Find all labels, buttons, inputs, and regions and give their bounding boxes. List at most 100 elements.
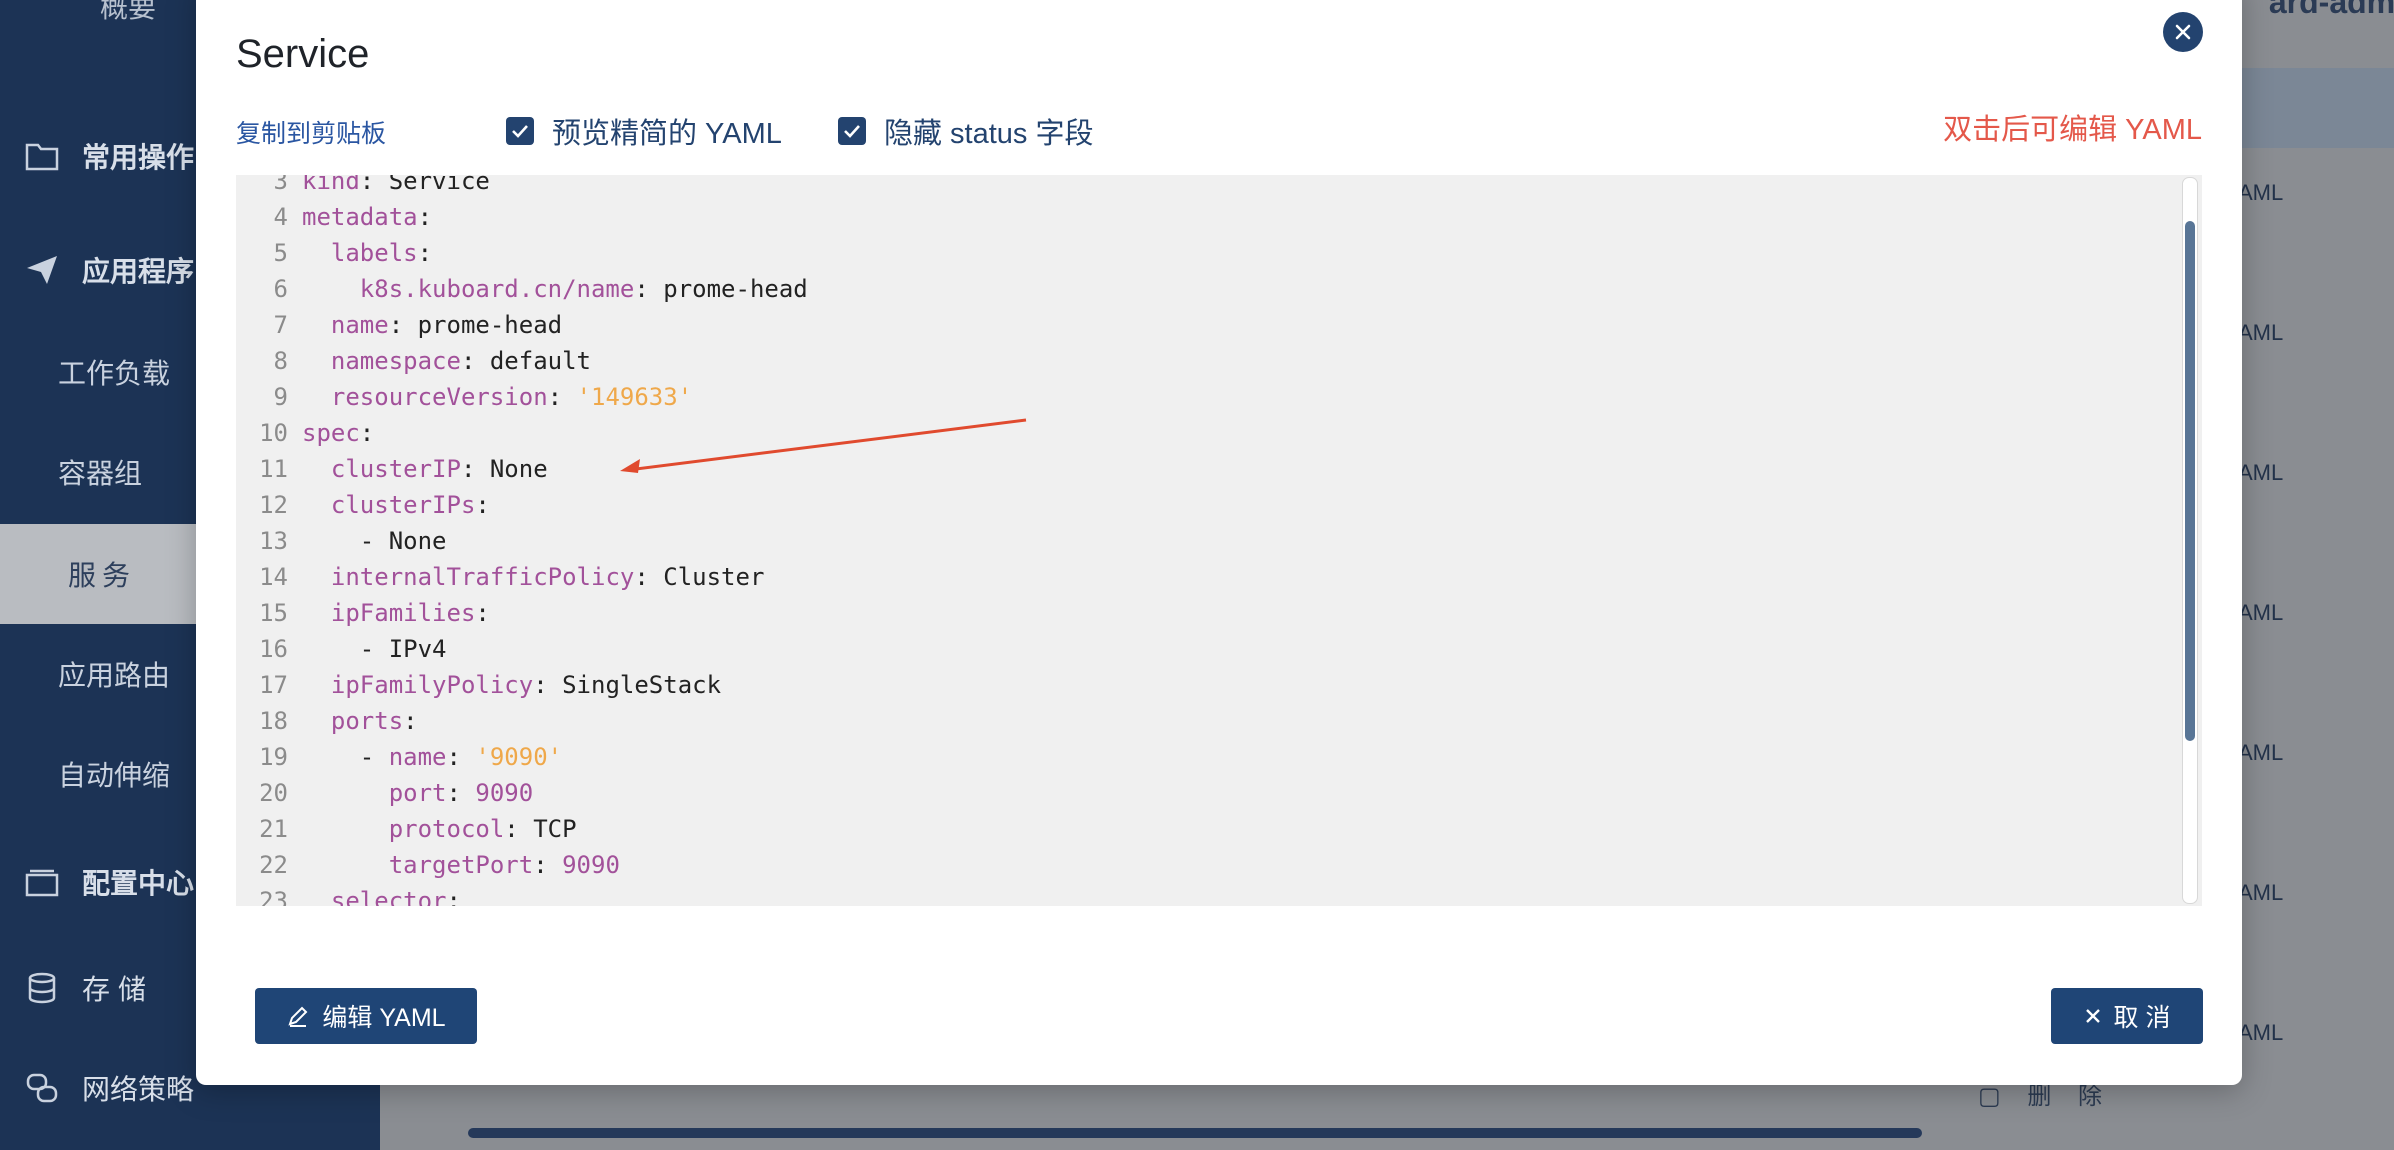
line-number: 14 — [259, 563, 288, 591]
line-number: 16 — [259, 635, 288, 663]
yaml-key: k8s.kuboard.cn/name — [359, 275, 635, 303]
line-number: 10 — [259, 419, 288, 447]
line-number: 22 — [259, 851, 288, 879]
yaml-separator: : — [475, 491, 490, 519]
dialog-toolbar: 复制到剪贴板 预览精简的 YAML 隐藏 status 字段 双击后可编辑 YA… — [236, 106, 2202, 150]
code-indent: - — [302, 743, 389, 771]
yaml-value: SingleStack — [562, 671, 722, 699]
yaml-key: namespace — [330, 347, 461, 375]
yaml-separator: : — [359, 175, 389, 195]
code-line: 13 - None — [236, 523, 2176, 559]
code-line: 7 name: prome-head — [236, 307, 2176, 343]
sidebar-item-label: 存储 — [82, 974, 155, 1005]
sidebar-item-label: 应用程序 — [82, 256, 195, 287]
code-line: 6 k8s.kuboard.cn/name: prome-head — [236, 271, 2176, 307]
user-name-partial: ard-admi — [2268, 0, 2394, 20]
row-yaml-link[interactable]: AML — [2238, 460, 2283, 486]
line-number: 4 — [273, 203, 288, 231]
hide-status-checkbox[interactable]: 隐藏 status 字段 — [838, 110, 1094, 152]
sidebar-top-partial: 概要 — [100, 0, 157, 23]
database-icon — [24, 970, 60, 1006]
row-yaml-link[interactable]: AML — [2238, 600, 2283, 626]
yaml-separator: : — [417, 203, 433, 231]
yaml-key: metadata — [302, 203, 418, 231]
code-line: 12 clusterIPs: — [236, 487, 2176, 523]
code-line: 21 protocol: TCP — [236, 811, 2176, 847]
yaml-key: kind — [302, 175, 360, 195]
horizontal-scrollbar[interactable] — [468, 1128, 1922, 1138]
code-line: 22 targetPort: 9090 — [236, 847, 2176, 883]
preview-simplified-yaml-checkbox[interactable]: 预览精简的 YAML — [506, 110, 782, 152]
line-number: 18 — [259, 707, 288, 735]
copy-to-clipboard-link[interactable]: 复制到剪贴板 — [236, 114, 386, 150]
checkbox-checked-icon — [506, 117, 534, 145]
row-yaml-link[interactable]: AML — [2238, 880, 2283, 906]
yaml-key: targetPort — [388, 851, 534, 879]
code-line: 17 ipFamilyPolicy: SingleStack — [236, 667, 2176, 703]
folder-icon — [24, 138, 60, 174]
yaml-key: selector — [330, 887, 447, 906]
yaml-value: prome-head — [417, 311, 563, 339]
yaml-value: 9090 — [562, 851, 620, 879]
sidebar-item-label: 应用路由 — [58, 660, 171, 691]
row-yaml-link[interactable]: AML — [2238, 740, 2283, 766]
edit-yaml-label: 编辑 YAML — [322, 1004, 446, 1032]
yaml-key: resourceVersion — [330, 383, 548, 411]
yaml-separator: : — [446, 743, 476, 771]
yaml-separator: : — [417, 239, 433, 267]
row-yaml-link[interactable]: AML — [2238, 1020, 2283, 1046]
edit-yaml-button[interactable]: 编辑 YAML — [255, 988, 477, 1044]
row-yaml-link[interactable]: AML — [2238, 180, 2283, 206]
yaml-key: internalTrafficPolicy — [330, 563, 635, 591]
yaml-key: name — [330, 311, 389, 339]
row-yaml-link[interactable]: AML — [2238, 320, 2283, 346]
yaml-value: prome-head — [663, 275, 808, 303]
cancel-button[interactable]: 取 消 — [2051, 988, 2203, 1044]
trash-icon: ▢ — [1978, 1083, 2011, 1110]
yaml-key: ipFamilyPolicy — [330, 671, 534, 699]
close-icon — [2175, 24, 2191, 40]
yaml-separator: : — [547, 383, 577, 411]
sidebar-item-label: 自动伸缩 — [58, 760, 171, 791]
checkbox-label: 隐藏 status 字段 — [884, 118, 1094, 150]
editor-scroll-thumb[interactable] — [2185, 221, 2195, 741]
code-line: 10 spec: — [236, 415, 2176, 451]
code-line: 20 port: 9090 — [236, 775, 2176, 811]
cancel-label: 取 消 — [2113, 1004, 2171, 1032]
code-line: 4 metadata: — [236, 199, 2176, 235]
code-line: 11 clusterIP: None — [236, 451, 2176, 487]
yaml-separator: : — [533, 671, 563, 699]
sidebar-item-label: 配置中心 — [82, 868, 195, 899]
code-line: 8 namespace: default — [236, 343, 2176, 379]
yaml-key: protocol — [388, 815, 505, 843]
line-number: 21 — [259, 815, 288, 843]
yaml-separator: - — [359, 635, 389, 663]
network-icon — [24, 1070, 60, 1106]
delete-label: 删 除 — [2027, 1083, 2113, 1110]
line-number: 3 — [273, 175, 288, 195]
yaml-value: None — [489, 455, 548, 483]
yaml-editor[interactable]: 3 kind: Service 4 metadata:5 labels:6 k8s.k… — [236, 175, 2202, 906]
yaml-separator: - — [359, 527, 389, 555]
yaml-key: clusterIP — [330, 455, 461, 483]
config-icon — [24, 864, 60, 900]
yaml-separator: : — [446, 887, 461, 906]
code-line: 16 - IPv4 — [236, 631, 2176, 667]
dialog-title: Service — [236, 32, 370, 76]
code-line: 5 labels: — [236, 235, 2176, 271]
line-number: 17 — [259, 671, 288, 699]
close-button[interactable] — [2163, 12, 2203, 52]
line-number: 5 — [273, 239, 288, 267]
sidebar-item-label: 容器组 — [58, 458, 143, 489]
code-lines: 3 kind: Service 4 metadata:5 labels:6 k8s.k… — [236, 175, 2176, 906]
checkbox-checked-icon — [838, 117, 866, 145]
